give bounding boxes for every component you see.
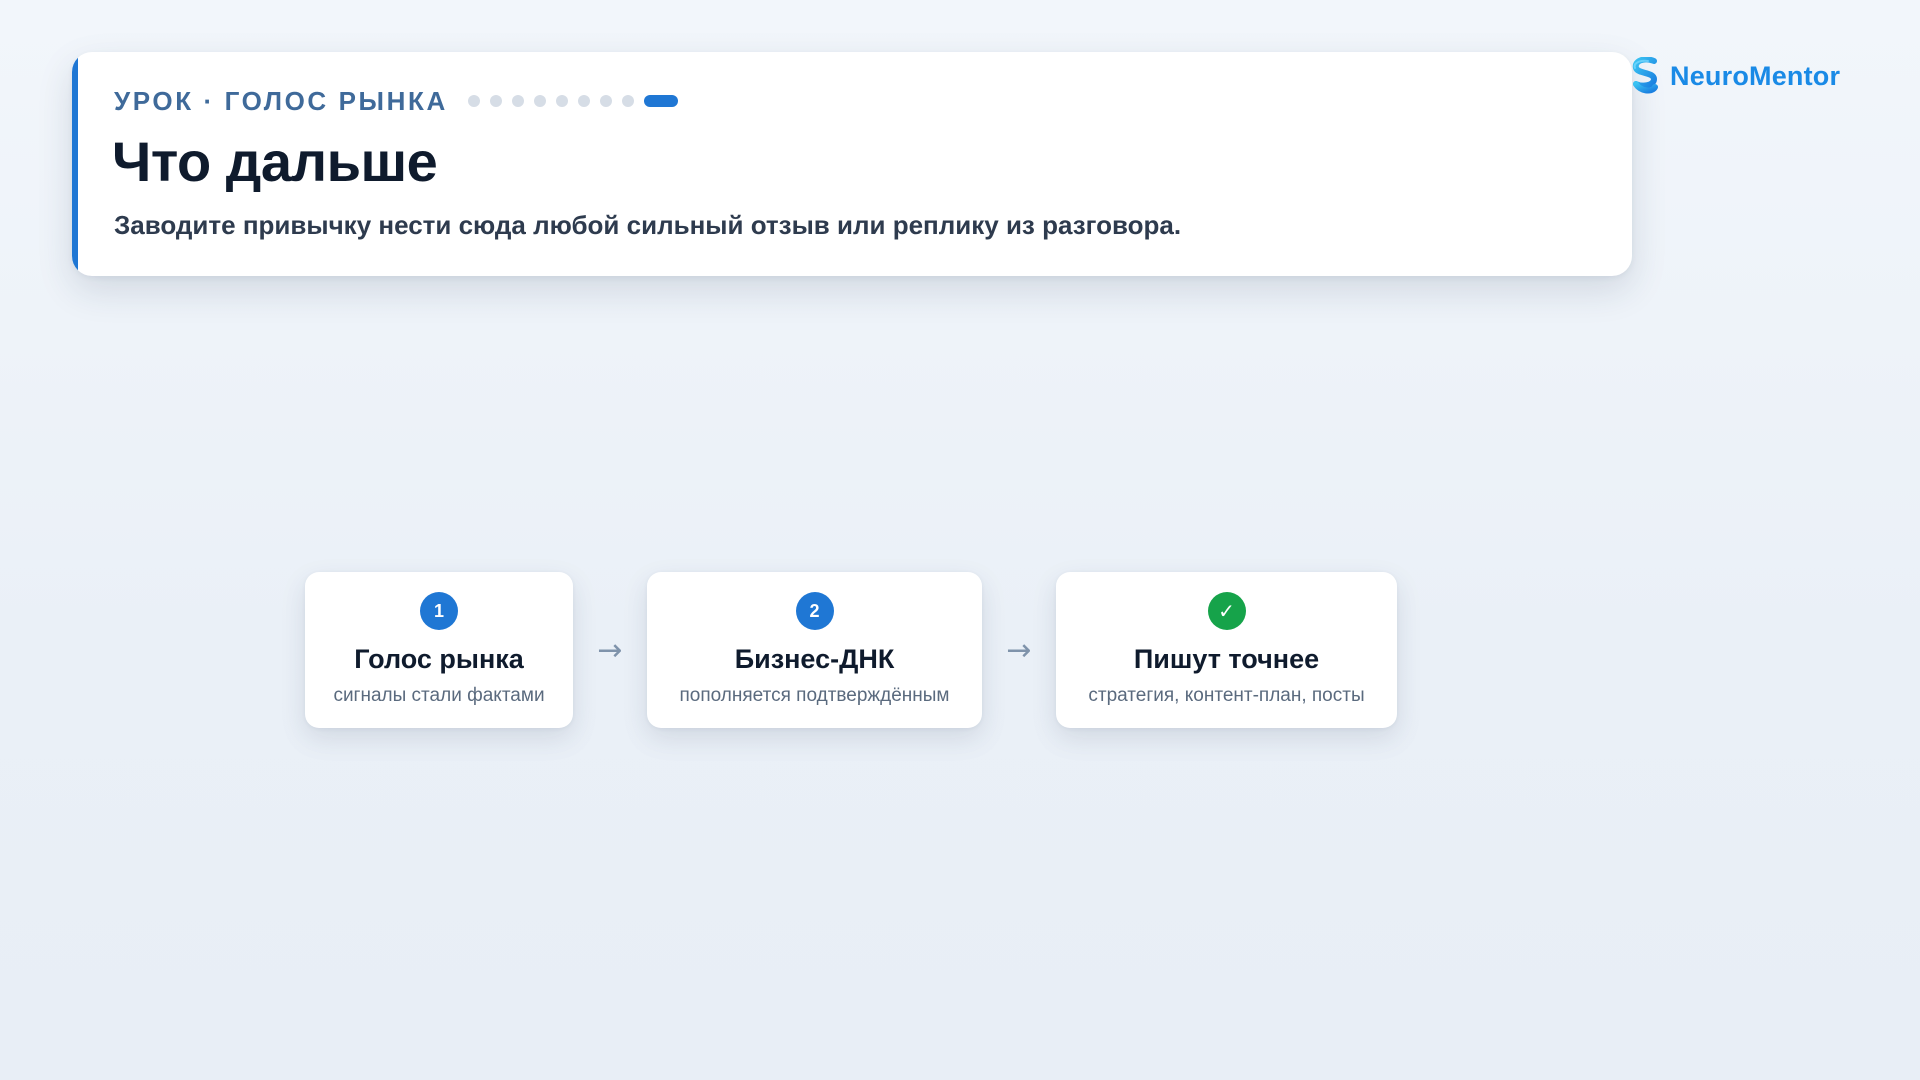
step-title: Бизнес-ДНК	[734, 644, 895, 674]
lesson-header-card: УРОК · ГОЛОС РЫНКА Что дальше Заводите п…	[72, 52, 1632, 276]
neuromentor-logo-icon	[1632, 57, 1658, 94]
step-description: стратегия, контент-план, посты	[1088, 685, 1365, 706]
progress-dot	[621, 95, 634, 107]
step-card-market-voice: 1 Голос рынка сигналы стали фактами	[305, 572, 573, 728]
brand-logo: NeuroMentor	[1630, 56, 1840, 96]
arrow-right-icon: →	[597, 632, 623, 668]
progress-dot	[511, 95, 524, 107]
lesson-eyebrow: УРОК · ГОЛОС РЫНКА	[114, 85, 448, 116]
progress-dot	[599, 95, 612, 107]
progress-dot-active	[643, 95, 678, 107]
progress-dot	[467, 95, 480, 107]
arrow-right-icon: →	[1006, 632, 1032, 668]
step-title: Голос рынка	[354, 644, 524, 674]
checkmark-icon: ✓	[1207, 592, 1246, 630]
step-title: Пишут точнее	[1133, 644, 1320, 674]
eyebrow-row: УРОК · ГОЛОС РЫНКА	[114, 84, 678, 118]
step-description: сигналы стали фактами	[333, 685, 545, 706]
step-card-business-dna: 2 Бизнес-ДНК пополняется подтверждённым	[647, 572, 982, 728]
step-number-badge: 1	[420, 592, 458, 630]
progress-dot	[489, 95, 502, 107]
page-subtitle: Заводите привычку нести сюда любой сильн…	[114, 210, 1182, 240]
step-card-write-precisely: ✓ Пишут точнее стратегия, контент-план, …	[1056, 572, 1397, 728]
step-number-badge: 2	[795, 592, 834, 630]
progress-dot	[577, 95, 590, 107]
step-description: пополняется подтверждённым	[679, 685, 950, 706]
page-title: Что дальше	[112, 130, 438, 193]
process-flow: 1 Голос рынка сигналы стали фактами → 2 …	[305, 572, 1397, 728]
brand-name: NeuroMentor	[1670, 60, 1841, 91]
progress-dots	[467, 95, 678, 107]
progress-dot	[555, 95, 568, 107]
header-accent-bar	[72, 52, 78, 276]
progress-dot	[533, 95, 546, 107]
